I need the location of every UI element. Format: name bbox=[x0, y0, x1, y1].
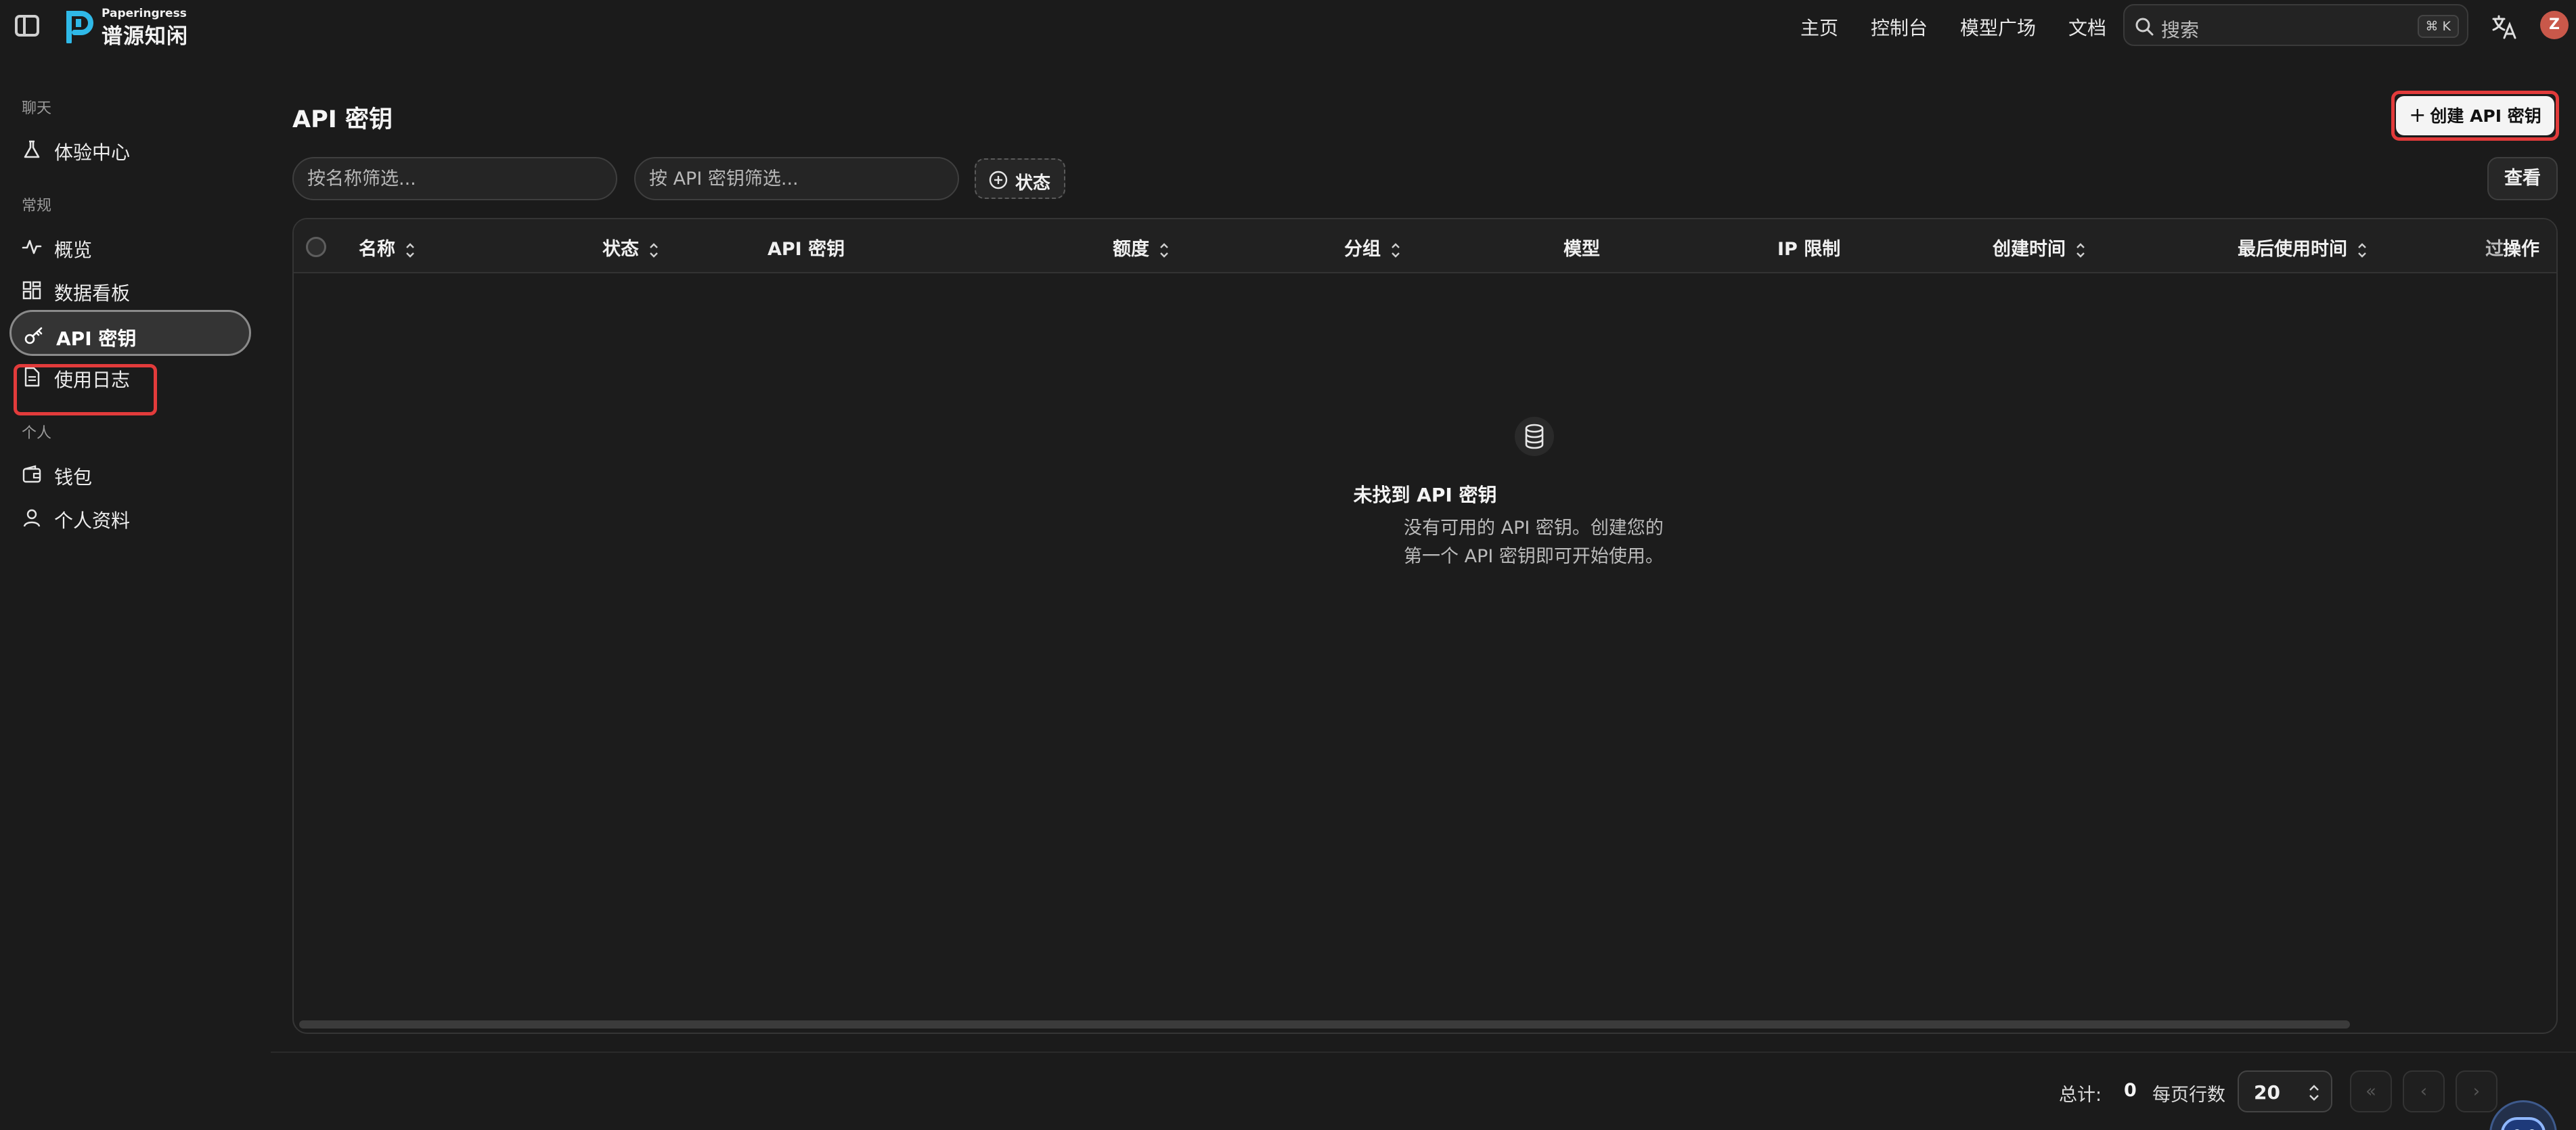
chevron-left-icon: ‹ bbox=[2420, 1081, 2428, 1102]
search-icon bbox=[2135, 18, 2154, 36]
view-button[interactable]: 查看 bbox=[2487, 157, 2558, 200]
top-bar: Paperingress 谱源知闲 主页 控制台 模型广场 文档 搜索 ⌘ K … bbox=[0, 0, 2576, 55]
empty-state-icon-wrap bbox=[1515, 417, 1554, 456]
sidebar-item-dashboard[interactable]: 数据看板 bbox=[9, 267, 251, 313]
nav-docs[interactable]: 文档 bbox=[2068, 14, 2106, 41]
flask-icon bbox=[24, 140, 40, 158]
app-root: Paperingress 谱源知闲 主页 控制台 模型广场 文档 搜索 ⌘ K … bbox=[0, 0, 2576, 1130]
rows-per-page-select[interactable]: 20 bbox=[2238, 1070, 2332, 1112]
sidebar-item-label: 数据看板 bbox=[54, 282, 131, 304]
total-value: 0 bbox=[2124, 1080, 2137, 1101]
plus-circle-icon bbox=[989, 171, 1008, 189]
name-filter-input[interactable] bbox=[292, 157, 617, 200]
total-label: 总计: bbox=[2059, 1085, 2102, 1106]
search-shortcut: ⌘ K bbox=[2417, 15, 2459, 38]
assistant-bot-icon[interactable] bbox=[2489, 1100, 2557, 1130]
footer-divider bbox=[271, 1052, 2576, 1053]
main-content: API 密钥 +创建 API 密钥 状态 查看 名称 状态 bbox=[271, 55, 2576, 1130]
rows-per-page-label: 每页行数 bbox=[2152, 1085, 2225, 1106]
dashboard-icon bbox=[22, 281, 41, 300]
sidebar-toggle-icon[interactable] bbox=[15, 15, 39, 37]
brand-name[interactable]: 谱源知闲 bbox=[102, 19, 188, 49]
nav-home[interactable]: 主页 bbox=[1800, 14, 1838, 41]
empty-state-description: 没有可用的 API 密钥。创建您的 第一个 API 密钥即可开始使用。 bbox=[1377, 514, 1691, 571]
sidebar-section-general: 常规 bbox=[22, 198, 52, 214]
highlight-box-api-keys bbox=[14, 364, 157, 415]
horizontal-scrollbar[interactable] bbox=[299, 1020, 2350, 1029]
sidebar-item-wallet[interactable]: 钱包 bbox=[9, 451, 251, 497]
double-chevron-left-icon: « bbox=[2366, 1081, 2376, 1102]
nav-console[interactable]: 控制台 bbox=[1871, 14, 1928, 41]
previous-page-button[interactable]: ‹ bbox=[2403, 1070, 2445, 1112]
empty-state-line-2: 第一个 API 密钥即可开始使用。 bbox=[1404, 546, 1664, 567]
avatar[interactable]: Z bbox=[2540, 11, 2569, 39]
brand-small[interactable]: Paperingress bbox=[102, 7, 187, 20]
user-icon bbox=[23, 509, 41, 527]
api-keys-table: 名称 状态 API 密钥 额度 分组 模型 IP 限制 创建时间 最后使用时间 … bbox=[292, 218, 2558, 1034]
nav-model-square[interactable]: 模型广场 bbox=[1960, 14, 2036, 41]
highlight-box-create bbox=[2391, 91, 2559, 141]
status-filter-label: 状态 bbox=[1015, 173, 1051, 194]
bot-face bbox=[2501, 1117, 2546, 1130]
chevron-up-down-icon bbox=[2309, 1085, 2319, 1101]
chevron-right-icon: › bbox=[2472, 1081, 2481, 1102]
sidebar-item-label: 个人资料 bbox=[54, 510, 131, 532]
sidebar-section-personal: 个人 bbox=[22, 425, 52, 442]
sidebar-item-api-keys[interactable]: API 密钥 bbox=[9, 310, 251, 356]
sidebar-item-label: 体验中心 bbox=[54, 141, 131, 164]
activity-icon bbox=[22, 240, 42, 254]
empty-state-line-1: 没有可用的 API 密钥。创建您的 bbox=[1404, 518, 1664, 539]
sidebar-item-label: 钱包 bbox=[54, 466, 93, 489]
sidebar-item-overview[interactable]: 概览 bbox=[9, 223, 251, 269]
wallet-icon bbox=[22, 465, 41, 483]
rows-per-page-value: 20 bbox=[2254, 1081, 2280, 1104]
sidebar-item-label: API 密钥 bbox=[56, 327, 137, 350]
sidebar-section-chat: 聊天 bbox=[22, 100, 52, 117]
database-icon bbox=[1525, 424, 1544, 449]
sidebar: 聊天 体验中心 常规 概览 数据看板 API 密钥 使用日志 个人 钱包 个人资… bbox=[0, 55, 271, 1130]
first-page-button[interactable]: « bbox=[2350, 1070, 2392, 1112]
logo-icon[interactable] bbox=[65, 9, 95, 43]
sidebar-item-playground[interactable]: 体验中心 bbox=[9, 126, 251, 172]
page-title: API 密钥 bbox=[292, 106, 393, 133]
sidebar-item-profile[interactable]: 个人资料 bbox=[9, 494, 251, 540]
api-key-filter-input[interactable] bbox=[634, 157, 959, 200]
key-icon bbox=[24, 327, 43, 344]
empty-state: 未找到 API 密钥 没有可用的 API 密钥。创建您的 第一个 API 密钥即… bbox=[294, 219, 2556, 1033]
next-page-button[interactable]: › bbox=[2456, 1070, 2497, 1112]
sidebar-item-label: 概览 bbox=[54, 239, 93, 261]
empty-state-title: 未找到 API 密钥 bbox=[1353, 484, 1497, 506]
search-placeholder: 搜索 bbox=[2161, 19, 2200, 41]
language-icon[interactable] bbox=[2491, 14, 2518, 41]
status-filter-button[interactable]: 状态 bbox=[975, 158, 1065, 199]
search-input[interactable]: 搜索 ⌘ K bbox=[2123, 4, 2468, 46]
